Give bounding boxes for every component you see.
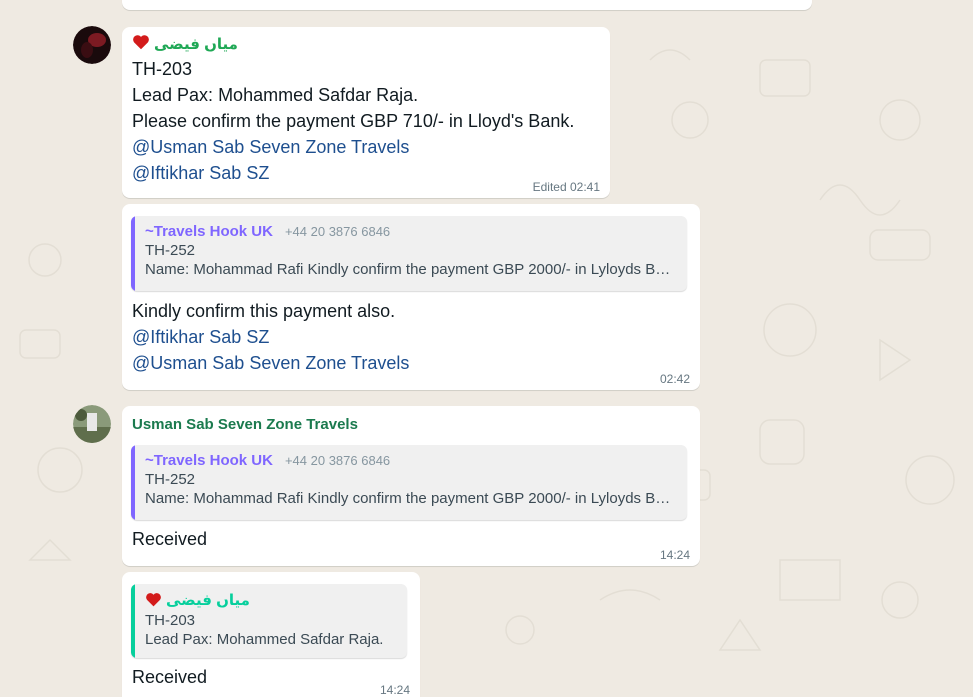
avatar-image	[73, 405, 111, 443]
message-timestamp: 02:42	[659, 372, 690, 386]
quote-line: Name: Mohammad Rafi Kindly confirm the p…	[145, 490, 677, 507]
message-timestamp: Edited 02:41	[532, 180, 600, 194]
message-text: Received	[132, 667, 208, 687]
message-bubble[interactable]: میاں فیضی TH-203 Lead Pax: Mohammed Safd…	[122, 572, 420, 697]
quote-accent-bar	[131, 216, 135, 291]
quote-author: ~Travels Hook UK	[145, 452, 273, 469]
quote-phone: +44 20 3876 6846	[284, 453, 391, 468]
message-timestamp: 14:24	[379, 683, 410, 697]
quote-line: Name: Mohammad Rafi Kindly confirm the p…	[145, 261, 677, 278]
sender-name[interactable]: Usman Sab Seven Zone Travels	[132, 415, 358, 435]
message-text: Received	[132, 529, 208, 549]
quoted-message[interactable]: ~Travels Hook UK +44 20 3876 6846 TH-252 …	[131, 216, 687, 291]
previous-message-bubble	[122, 0, 812, 10]
sender-name[interactable]: میاں فیضی	[154, 36, 238, 53]
quote-author: ~Travels Hook UK	[145, 223, 273, 240]
quote-line: TH-252	[145, 242, 196, 259]
message-timestamp: 14:24	[659, 548, 690, 562]
quoted-message[interactable]: میاں فیضی TH-203 Lead Pax: Mohammed Safd…	[131, 584, 407, 658]
mention-link[interactable]: @Usman Sab Seven Zone Travels	[132, 134, 600, 160]
avatar-image	[73, 26, 111, 64]
quote-phone: +44 20 3876 6846	[284, 224, 391, 239]
mention-link[interactable]: @Iftikhar Sab SZ	[132, 160, 600, 186]
heart-icon	[145, 592, 162, 611]
message-line: Lead Pax: Mohammed Safdar Raja.	[132, 85, 419, 105]
quote-line: Lead Pax: Mohammed Safdar Raja.	[145, 630, 384, 648]
message-bubble[interactable]: Usman Sab Seven Zone Travels ~Travels Ho…	[122, 406, 700, 566]
avatar-mian-faizi[interactable]	[73, 26, 111, 64]
message-bubble[interactable]: ~Travels Hook UK +44 20 3876 6846 TH-252 …	[122, 204, 700, 390]
heart-icon	[132, 34, 150, 56]
message-bubble[interactable]: میاں فیضی TH-203 Lead Pax: Mohammed Safd…	[122, 27, 610, 198]
message-text: Kindly confirm this payment also.	[132, 301, 396, 321]
quoted-message[interactable]: ~Travels Hook UK +44 20 3876 6846 TH-252 …	[131, 445, 687, 520]
quote-line: TH-252	[145, 471, 196, 488]
avatar-usman-sab[interactable]	[73, 405, 111, 443]
message-line: TH-203	[132, 59, 193, 79]
mention-link[interactable]: @Usman Sab Seven Zone Travels	[132, 350, 409, 376]
mention-link[interactable]: @Iftikhar Sab SZ	[132, 324, 409, 350]
quote-author: میاں فیضی	[166, 592, 250, 609]
message-line: Please confirm the payment GBP 710/- in …	[132, 111, 575, 131]
quote-accent-bar	[131, 445, 135, 520]
quote-line: TH-203	[145, 611, 196, 629]
quote-accent-bar	[131, 584, 135, 658]
